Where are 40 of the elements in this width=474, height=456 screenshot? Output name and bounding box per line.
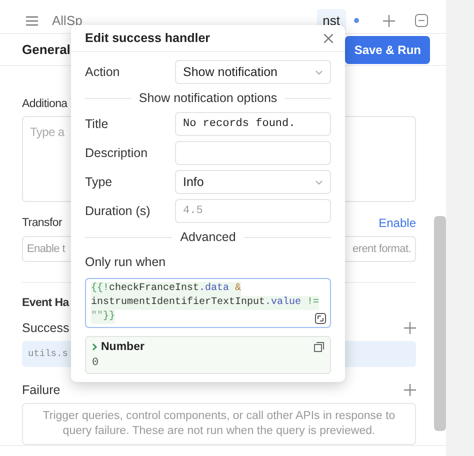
field-label: Failure [22,382,60,397]
result-type[interactable]: Number [92,341,144,353]
input-field[interactable]: No records found. [175,112,331,136]
plus-icon[interactable] [404,322,416,334]
field-label: Transfor [22,216,62,229]
field-label: Title [85,117,110,131]
select-field[interactable]: Show notification [175,60,331,84]
field-label: Only run when [85,255,167,269]
copy-icon[interactable] [314,342,324,352]
placeholder-text: Enable t [27,242,65,255]
chevron-down-icon [315,70,323,74]
minimize-icon[interactable] [415,14,428,28]
placeholder-text: erent format. [352,242,411,255]
empty-message: Trigger queries, control components, or call other APIs in response to query failure. These are not run when the query is previewed. [22,402,416,445]
save-run-button[interactable]: Save & Run [345,36,430,64]
section-heading: Show notification options [138,91,278,105]
expand-icon[interactable] [315,313,326,324]
field-label: Action [85,65,121,79]
plus-icon[interactable] [404,384,416,396]
code-editor[interactable]: {{!checkFranceInst.data & instrumentIdentifierTextInput.value != ""}} [85,278,331,328]
section-title: General [22,42,70,58]
close-icon[interactable] [324,34,333,42]
result-value: 0 [92,357,100,369]
menu-icon[interactable] [26,16,38,26]
tab[interactable]: AllSp [46,9,88,32]
enable-link[interactable]: Enable [378,216,416,230]
field-label: Type [85,175,114,189]
chevron-right-icon[interactable] [92,343,98,351]
section-title: Event Ha [22,296,69,309]
input-field[interactable] [175,141,331,165]
field-label: Description [85,146,149,160]
scrollbar-thumb[interactable] [434,216,446,431]
dialog-title: Edit success handler [85,31,210,45]
field-label: Duration (s) [85,204,152,218]
chevron-down-icon [315,180,323,184]
field-label: Additiona [22,98,68,110]
plus-icon[interactable] [383,14,395,27]
field-label: Success [22,320,70,335]
select-field[interactable]: Info [175,170,331,194]
section-heading: Advanced [180,230,236,244]
